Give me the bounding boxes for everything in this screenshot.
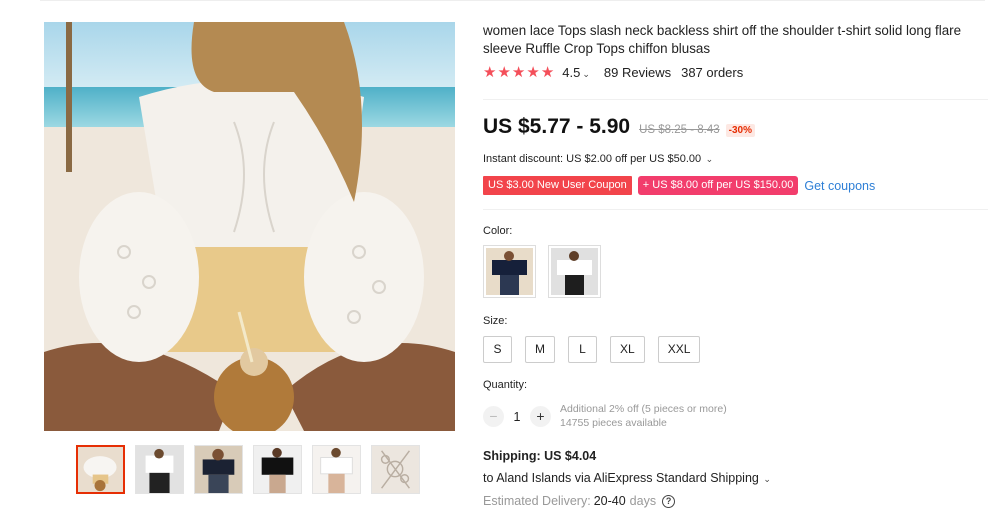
thumbnail-3[interactable] (194, 445, 243, 494)
color-option-black[interactable] (483, 245, 536, 298)
star-rating[interactable]: ★ ★ ★ ★ ★ (483, 65, 554, 80)
thumbnail-strip (76, 445, 420, 494)
size-option-l[interactable]: L (568, 336, 597, 363)
instant-discount[interactable]: Instant discount: US $2.00 off per US $5… (483, 153, 713, 165)
shipping-destination[interactable]: to Aland Islands via AliExpress Standard… (483, 471, 771, 485)
new-user-coupon[interactable]: US $3.00 New User Coupon (483, 176, 632, 195)
size-options: S M L XL XXL (483, 336, 701, 363)
get-coupons-link[interactable]: Get coupons (804, 179, 875, 193)
color-options (483, 245, 601, 298)
pieces-available: 14755 pieces available (560, 416, 667, 429)
chevron-down-icon: ⌄ (582, 69, 590, 79)
decrease-quantity-button[interactable]: − (483, 406, 504, 427)
thumbnail-5[interactable] (312, 445, 361, 494)
half-star-icon: ★ (540, 64, 555, 81)
star-icon: ★ (497, 64, 511, 81)
thumbnail-4[interactable] (253, 445, 302, 494)
color-label: Color: (483, 225, 513, 237)
star-icon: ★ (511, 64, 526, 81)
thumbnail-2[interactable] (135, 445, 184, 494)
chevron-down-icon: ⌄ (760, 474, 771, 484)
star-icon: ★ (526, 64, 540, 81)
size-option-m[interactable]: M (525, 336, 555, 363)
main-product-image[interactable] (44, 22, 455, 431)
quantity-value[interactable]: 1 (504, 410, 530, 424)
current-price: US $5.77 - 5.90 (483, 115, 631, 138)
size-option-xl[interactable]: XL (610, 336, 645, 363)
coupons-row: US $3.00 New User Coupon + US $8.00 off … (483, 176, 875, 195)
orders-count: 387 orders (681, 65, 744, 80)
rating-row: ★ ★ ★ ★ ★ 4.5 ⌄ 89 Reviews 387 orders (483, 65, 743, 80)
estimated-delivery: Estimated Delivery: 20-40 days ? (483, 494, 676, 508)
delivery-label: Estimated Delivery: (483, 494, 591, 508)
discount-badge: -30% (725, 124, 756, 137)
thumbnail-1[interactable] (76, 445, 125, 494)
size-label: Size: (483, 315, 508, 327)
color-option-white[interactable] (548, 245, 601, 298)
shipping-cost: Shipping: US $4.04 (483, 449, 597, 463)
divider (483, 209, 988, 210)
bulk-offer: Additional 2% off (5 pieces or more) (560, 403, 727, 415)
quantity-stepper: − 1 + Additional 2% off (5 pieces or mor… (483, 403, 727, 430)
price-row: US $5.77 - 5.90 US $8.25 - 8.43 -30% (483, 115, 756, 139)
delivery-unit: days (629, 494, 657, 508)
original-price: US $8.25 - 8.43 (639, 124, 720, 136)
quantity-note: Additional 2% off (5 pieces or more) 147… (560, 403, 727, 430)
thumbnail-6[interactable] (371, 445, 420, 494)
delivery-value: 20-40 (593, 494, 626, 508)
size-option-xxl[interactable]: XXL (657, 336, 701, 363)
chevron-down-icon: ⌄ (703, 154, 714, 164)
star-icon: ★ (483, 64, 497, 81)
divider (483, 99, 988, 100)
help-icon[interactable]: ? (662, 494, 676, 508)
top-divider (40, 0, 985, 1)
increase-quantity-button[interactable]: + (530, 406, 551, 427)
product-title: women lace Tops slash neck backless shir… (483, 23, 962, 56)
rating-value[interactable]: 4.5 ⌄ (562, 65, 590, 80)
size-option-s[interactable]: S (483, 336, 512, 363)
quantity-label: Quantity: (483, 379, 528, 391)
reviews-link[interactable]: 89 Reviews (604, 65, 671, 80)
store-coupon[interactable]: + US $8.00 off per US $150.00 (637, 176, 799, 195)
